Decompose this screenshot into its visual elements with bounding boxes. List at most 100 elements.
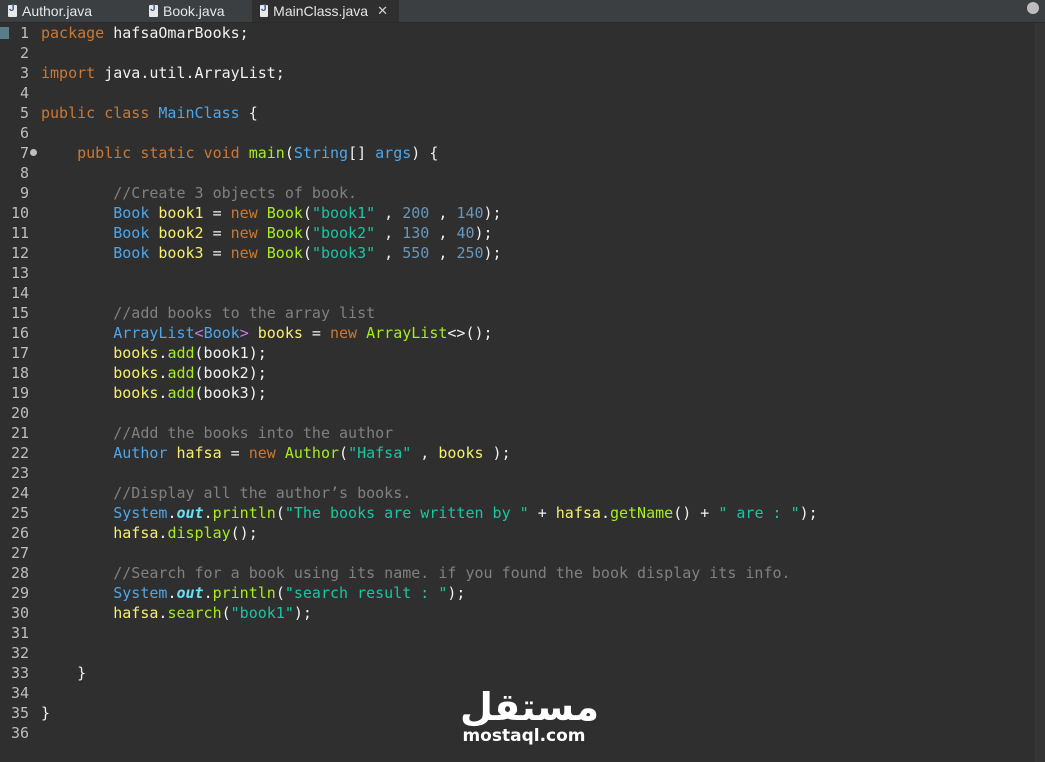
line-number: 21 [10,424,29,442]
code-line[interactable]: 12 Book book3 = new Book("book3" , 550 ,… [0,243,1030,263]
code-token: ); [799,504,818,522]
line-number: 15 [10,304,29,322]
code-token: . [203,504,213,522]
code-token: (); [230,524,258,542]
code-line[interactable]: 17 books.add(book1); [0,343,1030,363]
code-token: 140 [456,204,484,222]
code-token: ); [483,244,502,262]
code-line[interactable]: 19 books.add(book3); [0,383,1030,403]
line-number: 19 [10,384,29,402]
code-line[interactable]: 7 public static void main(String[] args)… [0,143,1030,163]
code-line[interactable]: 32 [0,643,1030,663]
code-token: , [429,204,457,222]
vertical-scrollbar[interactable] [1035,23,1045,762]
code-line[interactable]: 8 [0,163,1030,183]
code-token: (book3); [194,384,267,402]
code-line[interactable]: 2 [0,43,1030,63]
code-token: ( [275,584,285,602]
code-text: Book book2 = new Book("book2" , 130 , 40… [41,223,493,243]
code-line[interactable]: 27 [0,543,1030,563]
code-line[interactable]: 13 [0,263,1030,283]
code-line[interactable]: 6 [0,123,1030,143]
code-token: System [113,504,168,522]
code-token: ); [483,204,502,222]
code-line[interactable]: 5 public class MainClass { [0,103,1030,123]
code-line[interactable]: 16 ArrayList<Book> books = new ArrayList… [0,323,1030,343]
code-line[interactable]: 31 [0,623,1030,643]
tab-mainclass-java[interactable]: MainClass.java ✕ [252,0,399,22]
code-line[interactable]: 26 hafsa.display(); [0,523,1030,543]
code-line[interactable]: 33 } [0,663,1030,683]
code-line[interactable]: 14 [0,283,1030,303]
code-token: java.util.ArrayList; [95,64,285,82]
code-line[interactable]: 25 System.out.println("The books are wri… [0,503,1030,523]
code-line[interactable]: 9 //Create 3 objects of book. [0,183,1030,203]
code-line[interactable]: 29 System.out.println("search result : "… [0,583,1030,603]
code-token: books [113,344,159,362]
code-token: ( [339,444,349,462]
code-line[interactable]: 20 [0,403,1030,423]
code-line[interactable]: 28 //Search for a book using its name. i… [0,563,1030,583]
code-line[interactable]: 30 hafsa.search("book1"); [0,603,1030,623]
code-token: [] [348,144,376,162]
line-number: 4 [19,84,29,102]
code-token: hafsa [113,604,159,622]
code-token: (book2); [194,364,267,382]
code-line[interactable]: 10 Book book1 = new Book("book1" , 200 ,… [0,203,1030,223]
code-token: new [230,204,258,222]
code-token: 130 [402,224,430,242]
code-line[interactable]: 3 import java.util.ArrayList; [0,63,1030,83]
code-line[interactable]: 1 package hafsaOmarBooks; [0,23,1030,43]
code-text: //Create 3 objects of book. [41,183,357,203]
tab-author-java[interactable]: Author.java [0,0,131,22]
code-line[interactable]: 18 books.add(book2); [0,363,1030,383]
close-icon[interactable]: ✕ [377,4,388,19]
code-token: ( [275,504,285,522]
code-token: . [600,504,610,522]
code-text: import java.util.ArrayList; [41,63,285,83]
minimize-icon[interactable] [1027,2,1039,14]
code-token: println [212,504,276,522]
code-line[interactable]: 23 [0,463,1030,483]
code-token: ArrayList [366,324,448,342]
code-token: add [167,344,195,362]
code-text: //Add the books into the author [41,423,393,443]
code-token: = [203,204,231,222]
code-token: //Create 3 objects of book. [113,184,358,202]
code-token: class [104,104,150,122]
line-number: 14 [10,284,29,302]
override-marker-icon[interactable] [30,149,37,156]
code-line[interactable]: 15 //add books to the array list [0,303,1030,323]
code-text: System.out.println("The books are writte… [41,503,818,523]
code-token: System [113,584,168,602]
line-number: 17 [10,344,29,362]
code-token: static [140,144,195,162]
code-line[interactable]: 11 Book book2 = new Book("book2" , 130 ,… [0,223,1030,243]
code-line[interactable]: 21 //Add the books into the author [0,423,1030,443]
code-line[interactable]: 22 Author hafsa = new Author("Hafsa" , b… [0,443,1030,463]
tab-book-java[interactable]: Book.java [131,0,252,22]
code-text: ArrayList<Book> books = new ArrayList<>(… [41,323,492,343]
code-token: //Search for a book using its name. if y… [113,564,791,582]
code-token: ); [474,224,493,242]
line-number: 9 [19,184,29,202]
code-token: //Add the books into the author [113,424,394,442]
code-line[interactable]: 24 //Display all the author’s books. [0,483,1030,503]
code-text: hafsa.display(); [41,523,258,543]
line-number: 30 [10,604,29,622]
code-token: args [375,144,412,162]
code-editor[interactable]: 1 package hafsaOmarBooks; 2 3 import java.ut… [0,23,1045,762]
code-line[interactable]: 4 [0,83,1030,103]
code-token: "book1" [230,604,294,622]
tab-label: MainClass.java [273,3,369,19]
code-token: 250 [456,244,484,262]
code-text: Book book1 = new Book("book1" , 200 , 14… [41,203,502,223]
tab-label: Book.java [163,3,225,19]
